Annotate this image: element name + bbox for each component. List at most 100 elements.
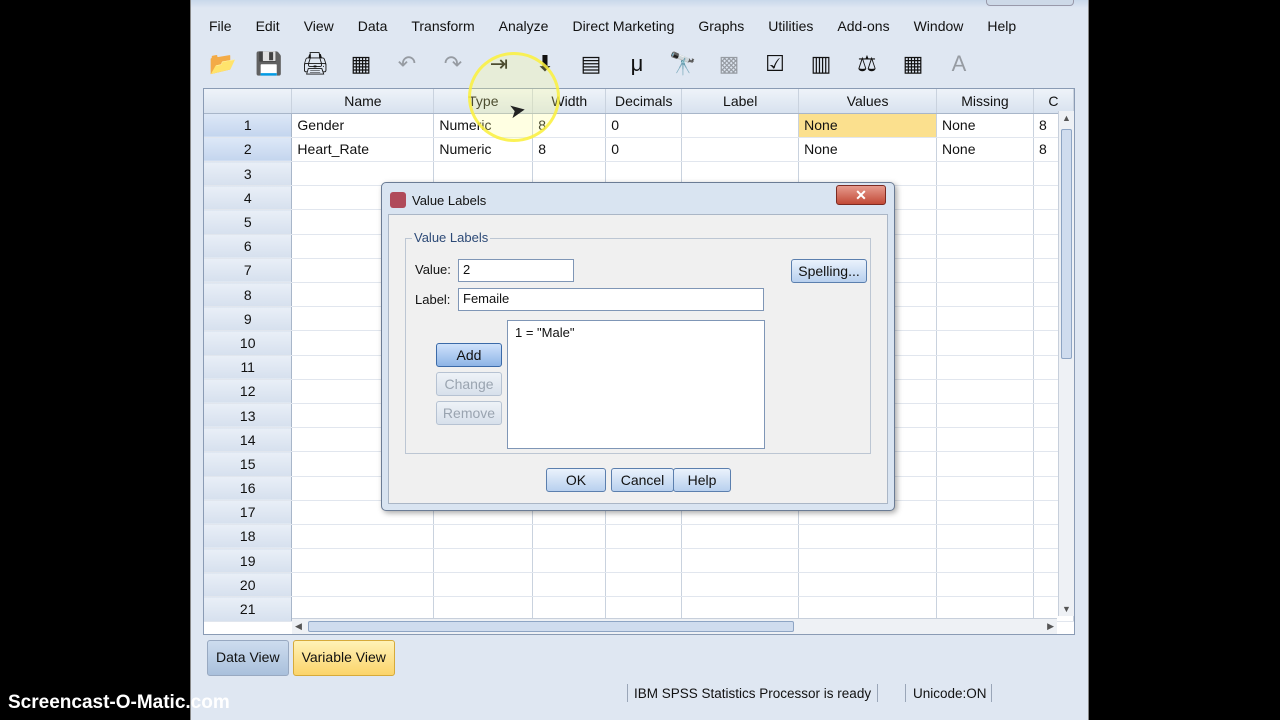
split-file-icon[interactable]: ▥	[803, 46, 839, 82]
grid-cell[interactable]	[681, 524, 800, 550]
grid-cell[interactable]	[936, 476, 1034, 501]
row-number[interactable]: 9	[204, 306, 293, 332]
menu-file[interactable]: File	[209, 18, 232, 34]
grid-cell[interactable]	[291, 524, 435, 550]
grid-cell[interactable]	[936, 282, 1034, 308]
vertical-scroll-thumb[interactable]	[1061, 129, 1072, 359]
menu-utilities[interactable]: Utilities	[768, 18, 813, 34]
select-cases-icon[interactable]: ▦	[895, 46, 931, 82]
goto-case-icon[interactable]: ⇥	[481, 46, 517, 82]
grid-cell[interactable]	[532, 524, 607, 550]
grid-cell[interactable]	[291, 548, 435, 574]
add-button[interactable]: Add	[436, 343, 502, 367]
row-number[interactable]: 17	[204, 500, 293, 525]
change-button[interactable]: Change	[436, 372, 502, 396]
menu-edit[interactable]: Edit	[256, 18, 280, 34]
value-input[interactable]: 2	[458, 259, 574, 282]
menu-data[interactable]: Data	[358, 18, 388, 34]
grid-cell[interactable]	[936, 209, 1034, 235]
grid-cell[interactable]	[291, 572, 435, 598]
grid-cell[interactable]	[936, 330, 1034, 356]
menu-window[interactable]: Window	[914, 18, 964, 34]
row-number[interactable]: 11	[204, 355, 293, 380]
row-number[interactable]: 6	[204, 234, 293, 259]
menu-transform[interactable]: Transform	[411, 18, 474, 34]
grid-cell[interactable]	[681, 137, 800, 163]
row-number[interactable]: 15	[204, 451, 293, 477]
grid-cell[interactable]: 0	[605, 137, 683, 163]
variables-icon[interactable]: ▤	[573, 46, 609, 82]
row-number[interactable]: 13	[204, 403, 293, 429]
row-number[interactable]: 14	[204, 427, 293, 453]
grid-cell[interactable]	[936, 524, 1034, 550]
column-header-label[interactable]: Label	[681, 89, 800, 114]
grid-cell[interactable]	[605, 524, 683, 550]
grid-cell[interactable]	[532, 548, 607, 574]
menu-add-ons[interactable]: Add-ons	[837, 18, 889, 34]
row-number[interactable]: 18	[204, 524, 293, 550]
tab-data-view[interactable]: Data View	[207, 640, 289, 676]
grid-cell[interactable]	[936, 572, 1034, 598]
grid-cell[interactable]	[936, 548, 1034, 574]
row-number[interactable]: 7	[204, 258, 293, 284]
open-folder-icon[interactable]: 📂	[205, 46, 241, 82]
grid-cell[interactable]	[936, 500, 1034, 525]
ok-button[interactable]: OK	[546, 468, 606, 492]
row-number[interactable]: 12	[204, 379, 293, 404]
menu-help[interactable]: Help	[987, 18, 1016, 34]
row-number[interactable]: 2	[204, 137, 293, 163]
grid-cell[interactable]	[433, 572, 534, 598]
remove-button[interactable]: Remove	[436, 401, 502, 425]
grid-cell[interactable]	[936, 185, 1034, 211]
grid-cell[interactable]	[936, 234, 1034, 259]
scroll-right-arrow[interactable]: ▶	[1047, 621, 1054, 632]
menu-graphs[interactable]: Graphs	[698, 18, 744, 34]
weight-cases-icon[interactable]: ⚖	[849, 46, 885, 82]
grid-cell[interactable]	[605, 548, 683, 574]
undo-icon[interactable]: ↶	[389, 46, 425, 82]
label-input[interactable]: Femaile	[458, 288, 764, 311]
grid-cell[interactable]	[936, 403, 1034, 429]
close-button[interactable]: ✕	[836, 185, 886, 205]
grid-cell[interactable]: None	[798, 113, 938, 138]
grid-cell[interactable]	[532, 572, 607, 598]
menu-direct-marketing[interactable]: Direct Marketing	[572, 18, 674, 34]
list-item[interactable]: 1 = "Male"	[515, 325, 757, 340]
grid-cell[interactable]: 8	[532, 113, 607, 138]
grid-cell[interactable]	[433, 524, 534, 550]
spelling-button[interactable]: Spelling...	[791, 259, 867, 283]
grid-cell[interactable]: None	[798, 137, 938, 163]
tab-variable-view[interactable]: Variable View	[292, 640, 395, 676]
grid-cell[interactable]	[798, 572, 938, 598]
column-header-decimals[interactable]: Decimals	[605, 89, 683, 114]
row-number[interactable]: 5	[204, 209, 293, 235]
row-number[interactable]: 21	[204, 596, 293, 622]
cancel-button[interactable]: Cancel	[611, 468, 674, 492]
row-number[interactable]: 16	[204, 476, 293, 501]
menu-view[interactable]: View	[304, 18, 334, 34]
grid-cell[interactable]	[936, 161, 1034, 187]
row-number[interactable]: 20	[204, 572, 293, 598]
column-header-width[interactable]: Width	[532, 89, 607, 114]
column-header-name[interactable]: Name	[291, 89, 435, 114]
insert-variable-icon[interactable]: ☑	[757, 46, 793, 82]
grid-cell[interactable]	[936, 451, 1034, 477]
row-number[interactable]: 3	[204, 161, 293, 187]
grid-cell[interactable]: Heart_Rate	[291, 137, 435, 163]
insert-cases-icon[interactable]: ▩	[711, 46, 747, 82]
grid-cell[interactable]	[681, 113, 800, 138]
horizontal-scroll-thumb[interactable]	[308, 621, 794, 632]
grid-cell[interactable]	[798, 524, 938, 550]
value-labels-icon[interactable]: A	[941, 46, 977, 82]
grid-cell[interactable]	[798, 548, 938, 574]
row-number[interactable]: 8	[204, 282, 293, 308]
row-number[interactable]: 4	[204, 185, 293, 211]
row-number[interactable]: 1	[204, 113, 293, 138]
row-number[interactable]: 19	[204, 548, 293, 574]
find-icon[interactable]: 🔭	[665, 46, 701, 82]
grid-cell[interactable]: Gender	[291, 113, 435, 138]
column-header-values[interactable]: Values	[798, 89, 938, 114]
save-icon[interactable]: 💾	[251, 46, 287, 82]
row-number[interactable]: 10	[204, 330, 293, 356]
grid-cell[interactable]: None	[936, 113, 1034, 138]
